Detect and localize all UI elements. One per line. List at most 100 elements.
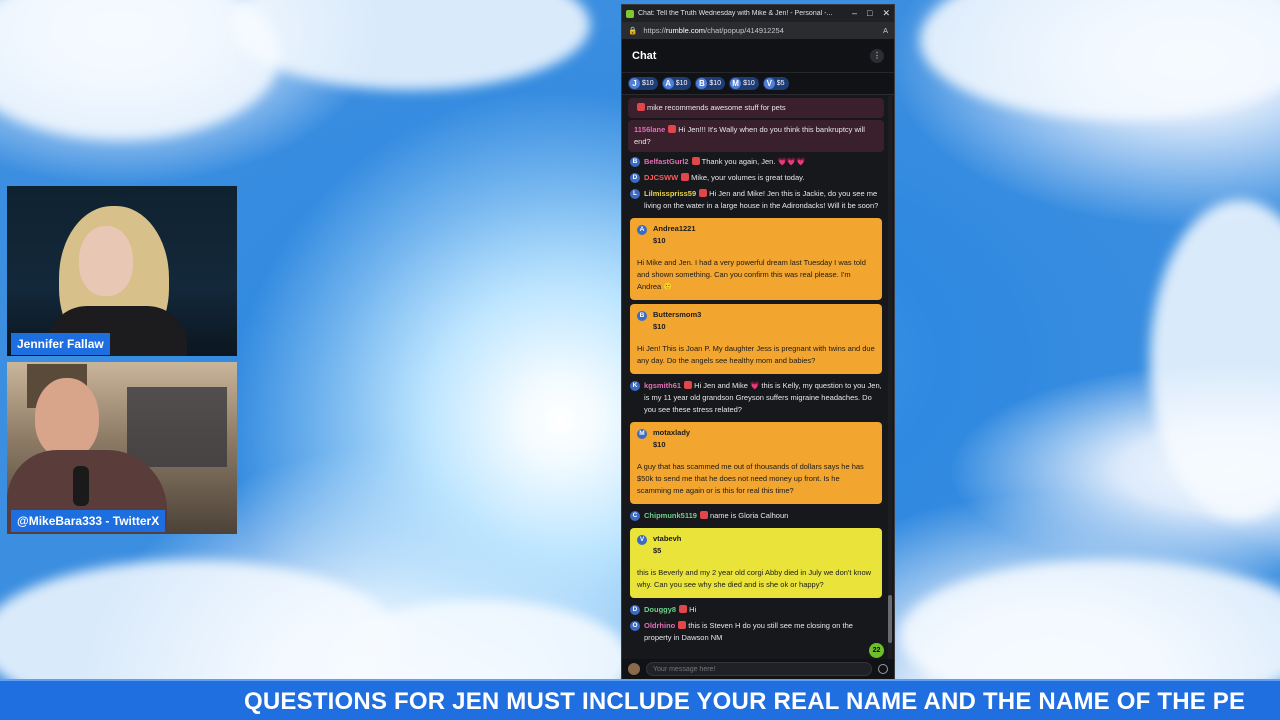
unread-count-badge[interactable]: 22 (869, 643, 884, 658)
tip-avatar: A (662, 78, 674, 89)
message-text: Thank you again, Jen. 💗💗💗 (701, 157, 806, 166)
cloud (920, 0, 1280, 120)
more-options-icon[interactable]: ⋮ (870, 48, 884, 63)
chat-message: D DJCSWW Mike, your volumes is great today… (628, 170, 884, 186)
badge-icon (699, 189, 708, 197)
chat-header: Chat ⋮ (622, 39, 894, 73)
pinned-tips-bar: J $10 A $10 B $10 M $10 V $5 (622, 73, 894, 95)
chat-message: L Lilmisspriss59 Hi Jen and Mike! Jen this… (628, 186, 884, 214)
user-avatar: C (630, 511, 640, 521)
reader-mode-icon[interactable]: A (883, 26, 888, 35)
chat-message-input[interactable] (646, 662, 872, 676)
chat-message: C Chipmunk5119 name is Gloria Calhoun (628, 508, 884, 524)
user-avatar: V (637, 535, 647, 545)
rant-amount: $5 (653, 546, 662, 555)
chat-message: Kkgsmith61 Hi Jen and Mike 💗 this is Kell… (628, 378, 884, 418)
maximize-icon[interactable]: □ (867, 8, 872, 19)
username[interactable]: Chipmunk5119 (644, 511, 697, 520)
user-avatar: A (637, 225, 647, 235)
chat-messages[interactable]: mike recommends awesome stuff for pets 11… (622, 96, 888, 663)
webcam-jennifer: Jennifer Fallaw (7, 186, 237, 356)
microphone (73, 466, 89, 506)
badge-icon (637, 103, 645, 111)
chat-message: mike recommends awesome stuff for pets (628, 98, 884, 118)
username[interactable]: kgsmith61 (644, 381, 681, 390)
tip-amount: $10 (642, 80, 654, 87)
url-path: /chat/popup/414912254 (705, 26, 784, 35)
address-bar[interactable]: 🔒 https://rumble.com/chat/popup/41491225… (622, 22, 894, 39)
user-avatar: B (630, 157, 640, 167)
username[interactable]: Douggy8 (644, 605, 676, 614)
username[interactable]: Andrea1221 (653, 223, 696, 235)
user-avatar: B (637, 311, 647, 321)
tip-avatar: J (629, 78, 640, 89)
message-text: Hi (689, 605, 697, 614)
chat-title: Chat (632, 49, 657, 62)
cam-name-tag: @MikeBara333 - TwitterX (11, 510, 166, 532)
chat-popup-window: Chat: Tell the Truth Wednesday with Mike… (621, 4, 895, 680)
tip-amount: $10 (675, 80, 688, 87)
tip-amount: $10 (743, 80, 755, 87)
cloud (230, 0, 590, 90)
badge-icon (678, 621, 687, 629)
rant-text: Hi Mike and Jen. I had a very powerful d… (637, 258, 866, 291)
username[interactable]: 1156lane (634, 125, 665, 134)
chat-scrollbar-thumb[interactable] (888, 595, 892, 643)
tip-pill[interactable]: B $10 (695, 77, 726, 90)
tip-pill[interactable]: J $10 (628, 77, 658, 90)
rant-amount: $10 (653, 322, 666, 331)
badge-icon (699, 511, 708, 519)
emoji-icon[interactable] (878, 664, 888, 674)
chat-message: 1156lane Hi Jen!!! It's Wally when do you… (628, 120, 884, 152)
url-text: https://rumble.com/chat/popup/414912254 (643, 26, 877, 35)
badge-icon (668, 125, 677, 133)
minimize-icon[interactable]: – (852, 8, 857, 19)
message-text: name is Gloria Calhoun (709, 511, 789, 520)
tip-pill[interactable]: V $5 (762, 77, 789, 90)
ticker-text: QUESTIONS FOR JEN MUST INCLUDE YOUR REAL… (244, 688, 1246, 715)
url-prefix: https:// (643, 26, 666, 35)
rant-message: Mmotaxlady $10 A guy that has scammed me o… (630, 422, 882, 504)
tip-pill[interactable]: M $10 (729, 77, 759, 90)
rant-text: Hi Jen! This is Joan P. My daughter Jess… (637, 344, 875, 365)
chat-message: B BelfastGurl2 Thank you again, Jen. 💗💗💗 (628, 154, 884, 170)
lock-icon: 🔒 (628, 26, 638, 35)
rant-amount: $10 (653, 236, 666, 245)
tip-avatar: B (696, 78, 708, 89)
badge-icon (684, 381, 693, 389)
username[interactable]: DJCSWW (644, 173, 678, 182)
username[interactable]: Lilmisspriss59 (644, 189, 696, 198)
jennifer-face (79, 226, 133, 296)
cam-name-tag: Jennifer Fallaw (11, 333, 110, 355)
webcam-mike: @MikeBara333 - TwitterX (7, 362, 237, 534)
username[interactable]: motaxlady (653, 427, 690, 439)
username[interactable]: vtabevh (653, 533, 681, 545)
user-avatar: D (630, 605, 640, 615)
rumble-icon (626, 9, 634, 18)
chat-scrollbar-track[interactable] (888, 96, 892, 663)
news-ticker: QUESTIONS FOR JEN MUST INCLUDE YOUR REAL… (0, 679, 1280, 720)
rant-message: B Buttersmom3 $10 Hi Jen! This is Joan P. M… (630, 304, 882, 374)
close-icon[interactable]: ✕ (882, 8, 890, 19)
message-text: this is Steven H do you still see me clo… (644, 621, 853, 642)
rant-text: this is Beverly and my 2 year old corgi … (637, 568, 872, 589)
username[interactable]: Oldrhino (644, 621, 675, 630)
badge-icon (679, 605, 688, 613)
user-avatar: M (637, 429, 647, 439)
user-avatar: O (630, 621, 640, 631)
username[interactable]: Buttersmom3 (653, 309, 701, 321)
tip-pill[interactable]: A $10 (661, 77, 692, 90)
tip-avatar: M (730, 78, 742, 89)
badge-icon (681, 173, 690, 181)
user-avatar: D (630, 173, 640, 183)
window-titlebar: Chat: Tell the Truth Wednesday with Mike… (622, 5, 894, 22)
user-avatar: L (630, 189, 640, 199)
rant-message: Vvtabevh $5 this is Beverly and my 2 year … (630, 528, 882, 598)
office-chairs (127, 387, 227, 467)
username[interactable]: BelfastGurl2 (644, 157, 689, 166)
rant-text: A guy that has scammed me out of thousan… (637, 462, 864, 495)
window-title: Chat: Tell the Truth Wednesday with Mike… (638, 10, 833, 17)
tip-amount: $5 (776, 80, 785, 87)
cloud (1150, 200, 1280, 520)
chat-input-bar (622, 659, 894, 679)
